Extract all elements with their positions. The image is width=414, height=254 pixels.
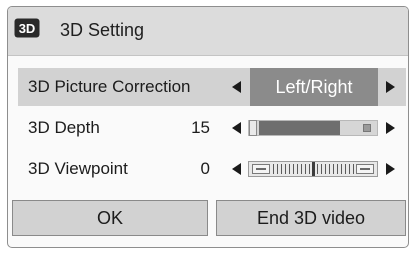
- 3d-badge-icon: 3D: [14, 18, 40, 38]
- viewpoint-label: 3D Viewpoint: [28, 159, 128, 178]
- 3d-setting-dialog: 3D 3D Setting 3D Picture Correction Left…: [7, 6, 409, 248]
- viewpoint-slider[interactable]: [248, 161, 378, 177]
- viewpoint-right-end-icon: [356, 164, 374, 174]
- depth-slider-end-marker: [363, 124, 371, 132]
- depth-value: 15: [191, 118, 210, 137]
- viewpoint-decrease-arrow[interactable]: [228, 160, 244, 178]
- dialog-titlebar: 3D 3D Setting: [8, 7, 408, 56]
- depth-slider-fill: [259, 121, 340, 135]
- viewpoint-left-end-icon: [252, 164, 270, 174]
- picture-correction-row[interactable]: 3D Picture Correction Left/Right: [18, 68, 406, 106]
- viewpoint-row[interactable]: 3D Viewpoint 0: [18, 150, 406, 188]
- picture-correction-value: Left/Right: [250, 68, 378, 106]
- picture-correction-label: 3D Picture Correction: [28, 77, 191, 96]
- depth-decrease-arrow[interactable]: [228, 119, 244, 137]
- ok-button[interactable]: OK: [12, 200, 208, 236]
- depth-slider-start-marker: [249, 120, 257, 136]
- picture-correction-next-arrow[interactable]: [382, 78, 398, 96]
- svg-text:3D: 3D: [19, 21, 36, 36]
- picture-correction-prev-arrow[interactable]: [228, 78, 244, 96]
- depth-label: 3D Depth: [28, 118, 100, 137]
- depth-increase-arrow[interactable]: [382, 119, 398, 137]
- depth-row[interactable]: 3D Depth 15: [18, 109, 406, 147]
- dialog-title: 3D Setting: [60, 20, 145, 40]
- viewpoint-increase-arrow[interactable]: [382, 160, 398, 178]
- depth-slider[interactable]: [248, 120, 378, 136]
- viewpoint-center-marker: [312, 162, 315, 176]
- end-3d-video-button[interactable]: End 3D video: [216, 200, 406, 236]
- viewpoint-value: 0: [200, 159, 210, 178]
